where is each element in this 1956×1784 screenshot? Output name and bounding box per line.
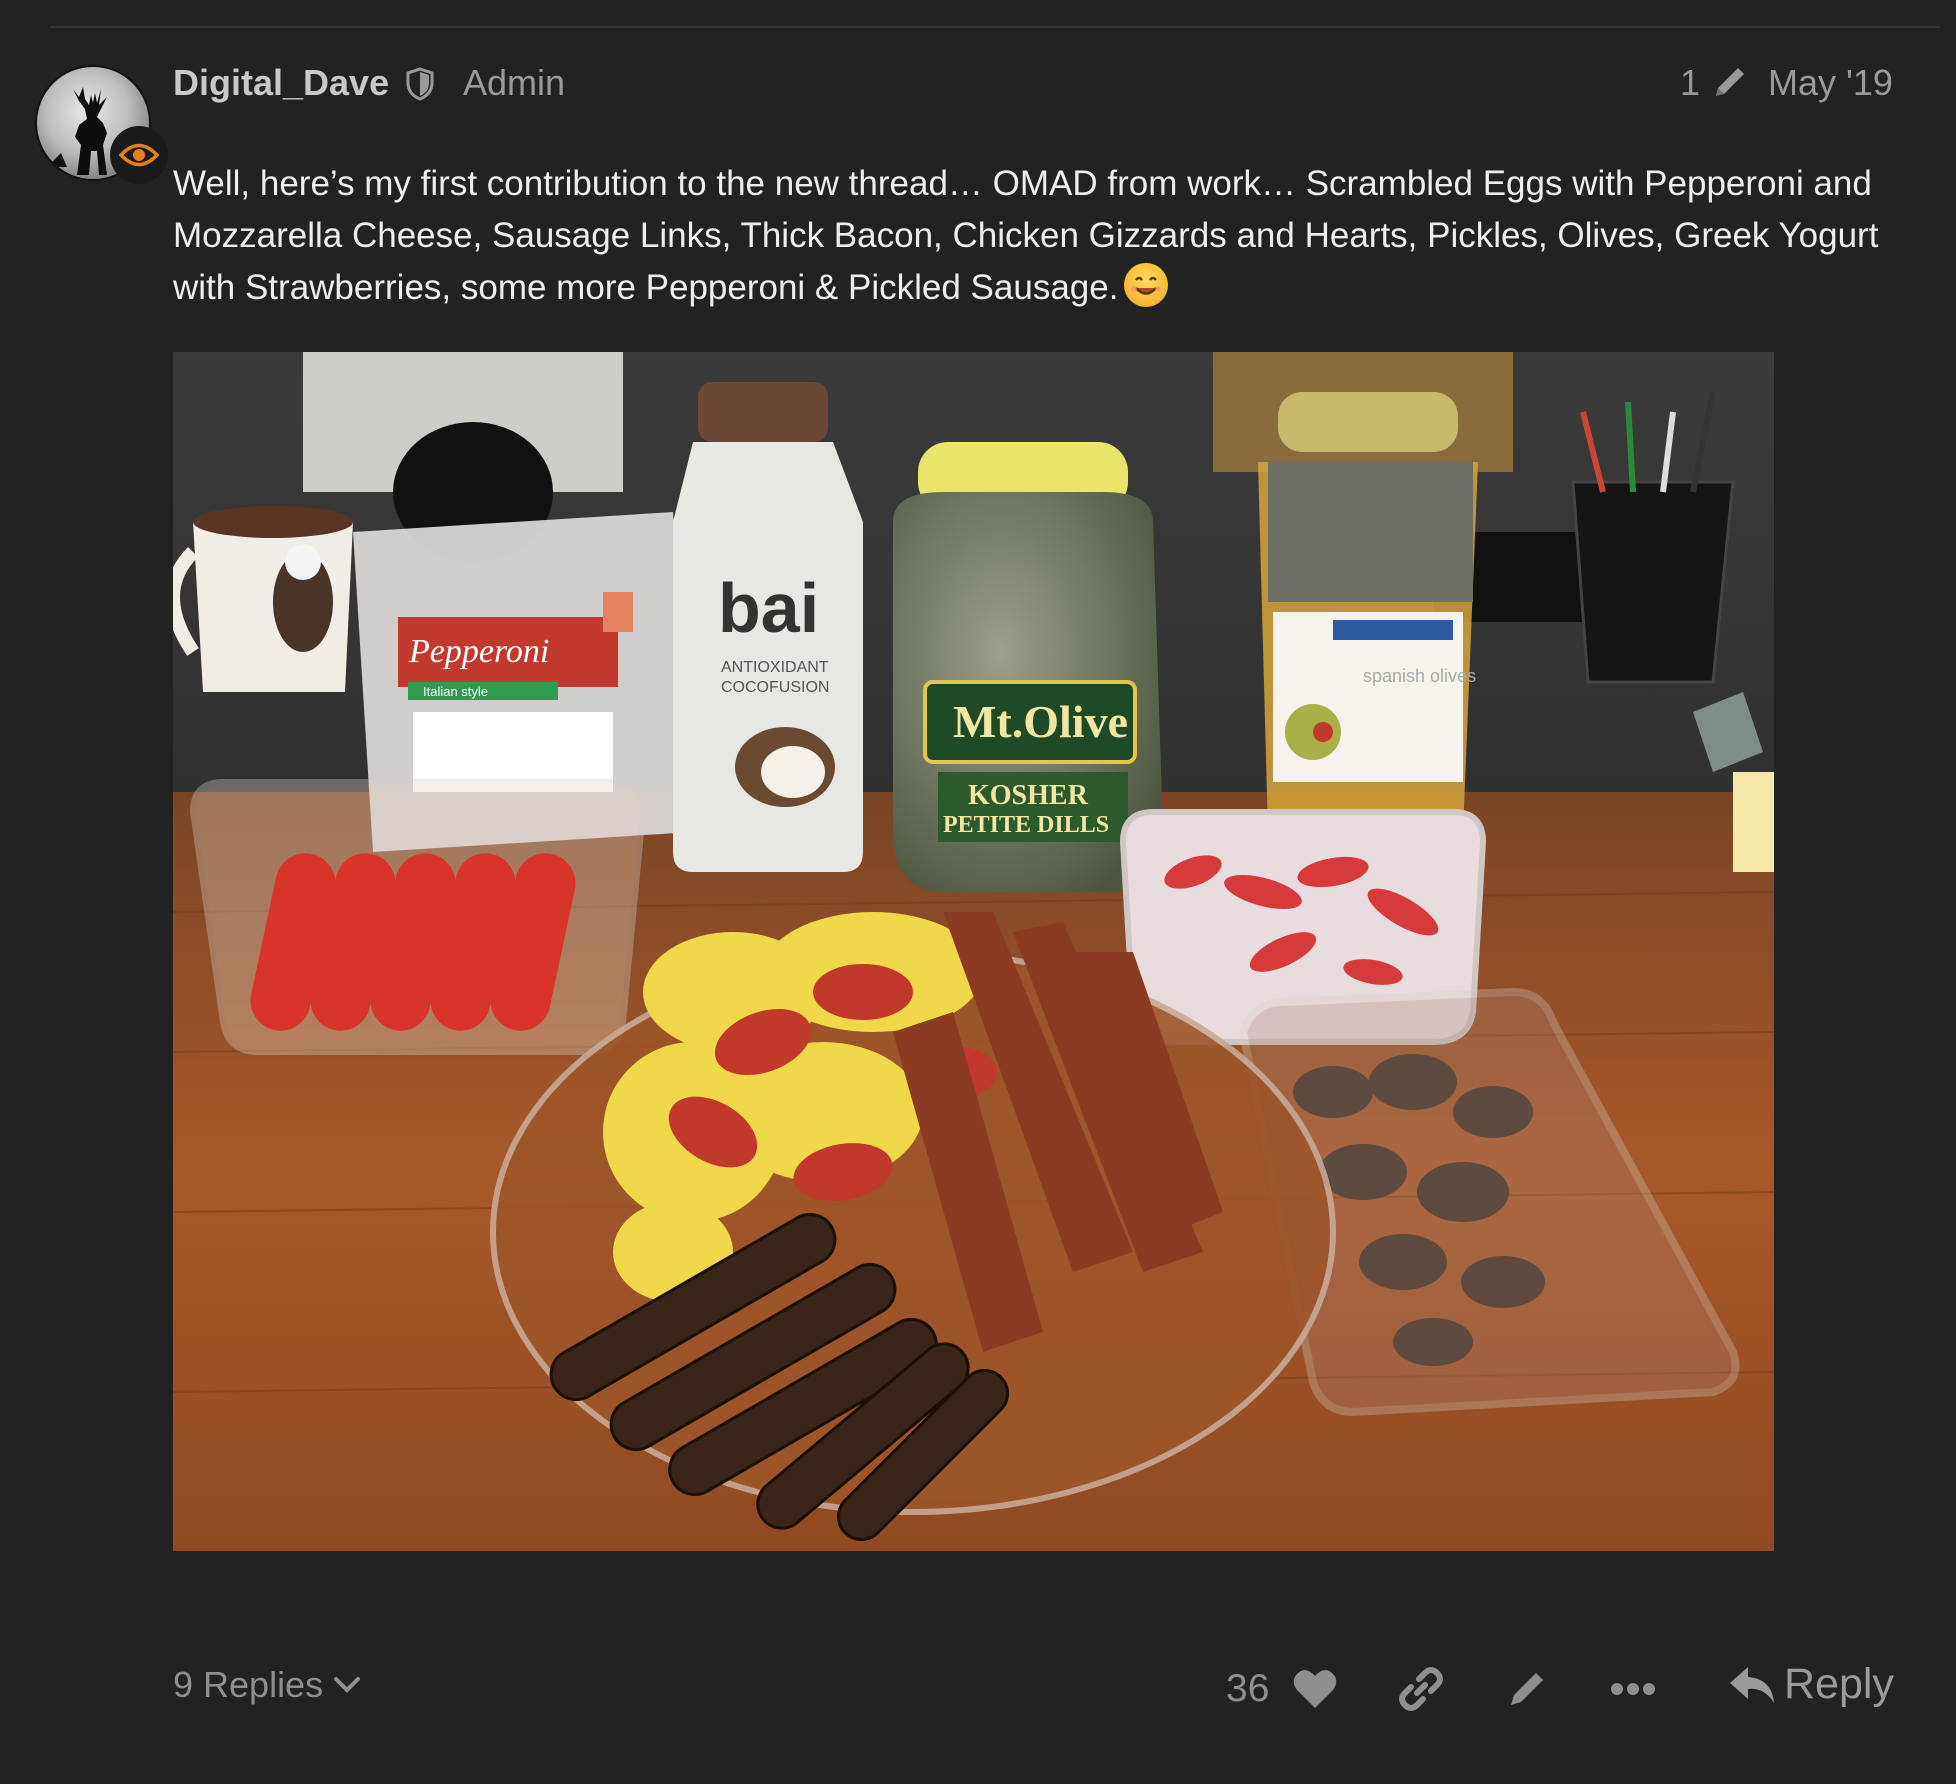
olives-label: spanish olives xyxy=(1363,666,1476,686)
post-image[interactable]: Pepperoni Italian style bai ANTIOXIDANT … xyxy=(173,352,1774,1551)
bai-sub-2: COCOFUSION xyxy=(721,679,829,696)
watching-flair-icon xyxy=(110,126,168,184)
bai-sub-1: ANTIOXIDANT xyxy=(721,659,829,676)
post-date[interactable]: May '19 xyxy=(1768,62,1893,104)
divider xyxy=(50,26,1940,28)
kosher-label: KOSHER xyxy=(968,780,1089,811)
petite-dills-label: PETITE DILLS xyxy=(943,812,1109,838)
pencil-icon xyxy=(1511,1673,1543,1705)
link-icon xyxy=(1399,1667,1443,1711)
edit-button[interactable] xyxy=(1502,1664,1552,1714)
post-container: Digital_Dave Admin 1 May '19 Well, here’… xyxy=(0,0,1956,1784)
bai-label: bai xyxy=(718,569,819,647)
post-body: Well, here’s my first contribution to th… xyxy=(173,158,1893,314)
ellipsis-icon xyxy=(1611,1683,1655,1695)
like-button[interactable] xyxy=(1290,1664,1340,1714)
username[interactable]: Digital_Dave xyxy=(173,62,389,104)
pepperoni-label: Pepperoni xyxy=(408,633,549,670)
heart-icon xyxy=(1293,1670,1337,1708)
shield-icon xyxy=(406,67,434,106)
replies-toggle[interactable]: 9 Replies xyxy=(173,1664,361,1706)
user-role: Admin xyxy=(463,62,566,103)
edit-count[interactable]: 1 xyxy=(1680,62,1700,104)
chevron-down-icon xyxy=(334,1677,361,1693)
copy-link-button[interactable] xyxy=(1396,1664,1446,1714)
reply-button[interactable]: Reply xyxy=(1728,1660,1894,1709)
reply-arrow-icon xyxy=(1730,1666,1774,1703)
replies-label: 9 Replies xyxy=(173,1664,324,1705)
mtolive-label: Mt.Olive xyxy=(953,696,1128,747)
more-actions-button[interactable] xyxy=(1608,1664,1658,1714)
pepperoni-sub-label: Italian style xyxy=(423,684,488,699)
reply-label: Reply xyxy=(1784,1660,1894,1708)
pencil-icon[interactable] xyxy=(1710,62,1750,107)
smiling-emoji-icon xyxy=(1124,263,1169,307)
post-text: Well, here’s my first contribution to th… xyxy=(173,164,1879,307)
like-count[interactable]: 36 xyxy=(1226,1667,1269,1711)
